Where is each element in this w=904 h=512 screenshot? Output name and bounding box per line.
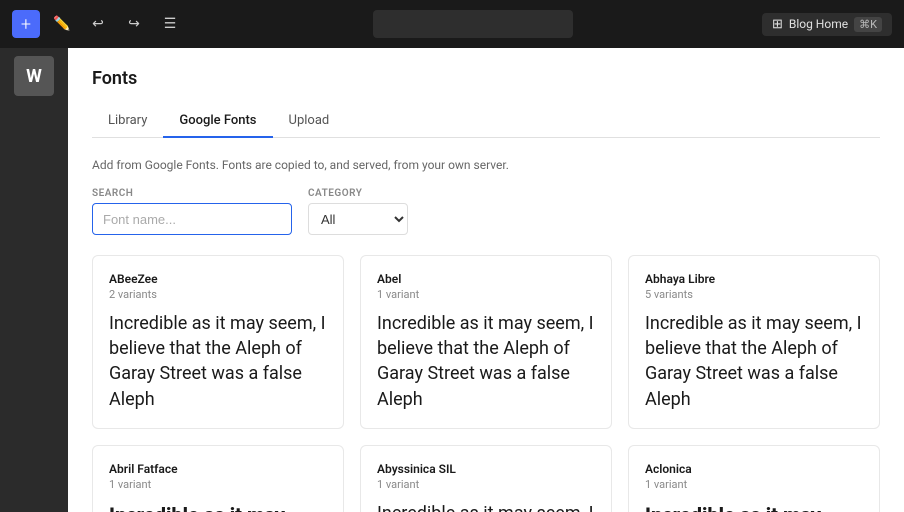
fonts-panel: Fonts Library Google Fonts Upload Add fr… (68, 48, 904, 512)
tab-library[interactable]: Library (92, 105, 163, 138)
tab-google-fonts[interactable]: Google Fonts (163, 105, 272, 138)
font-card[interactable]: Abhaya Libre 5 variants Incredible as it m… (628, 255, 880, 429)
font-card[interactable]: Abel 1 variant Incredible as it may seem, … (360, 255, 612, 429)
panel-description: Add from Google Fonts. Fonts are copied … (92, 158, 880, 172)
font-variants: 1 variant (377, 478, 595, 491)
font-preview: Incredible as it may seem, I believe tha… (645, 311, 863, 412)
main-layout: W Fonts Library Google Fonts Upload Add … (0, 48, 904, 512)
font-variants: 1 variant (645, 478, 863, 491)
font-variants: 5 variants (645, 288, 863, 301)
font-card[interactable]: ABeeZee 2 variants Incredible as it may se… (92, 255, 344, 429)
font-preview: Incredible as it may seem, I believe tha… (377, 501, 595, 512)
font-name: Abril Fatface (109, 462, 327, 476)
category-label: CATEGORY (308, 188, 408, 199)
font-card[interactable]: Aclonica 1 variant Incredible as it may se… (628, 445, 880, 512)
font-card[interactable]: Abril Fatface 1 variant Incredible as it m… (92, 445, 344, 512)
panel-title: Fonts (92, 68, 880, 89)
tabs-row: Library Google Fonts Upload (92, 105, 880, 138)
list-icon[interactable]: ☰ (156, 10, 184, 38)
font-variants: 1 variant (109, 478, 327, 491)
redo-icon[interactable]: ↪ (120, 10, 148, 38)
add-button[interactable]: + (12, 10, 40, 38)
search-group: SEARCH (92, 188, 292, 235)
filter-row: SEARCH CATEGORY All Serif Sans-serif Dis… (92, 188, 880, 235)
site-logo: W (14, 56, 54, 96)
top-bar-center (192, 10, 754, 38)
font-name: Abhaya Libre (645, 272, 863, 286)
search-label: SEARCH (92, 188, 292, 199)
search-input[interactable] (92, 203, 292, 235)
grid-icon: ⊞ (772, 17, 783, 32)
top-bar-search[interactable] (373, 10, 573, 38)
font-variants: 2 variants (109, 288, 327, 301)
font-preview: Incredible as it may seem, I believe tha… (645, 501, 863, 512)
font-grid: ABeeZee 2 variants Incredible as it may se… (92, 255, 880, 512)
top-bar-right: ⊞ Blog Home ⌘K (762, 13, 892, 36)
category-group: CATEGORY All Serif Sans-serif Display Ha… (308, 188, 408, 235)
shortcut-badge: ⌘K (854, 17, 882, 32)
pen-icon[interactable]: ✏️ (48, 10, 76, 38)
font-preview: Incredible as it may seem, I believe tha… (109, 501, 327, 512)
top-bar: + ✏️ ↩ ↪ ☰ ⊞ Blog Home ⌘K (0, 0, 904, 48)
blog-home-button[interactable]: ⊞ Blog Home ⌘K (762, 13, 892, 36)
font-name: Aclonica (645, 462, 863, 476)
undo-icon[interactable]: ↩ (84, 10, 112, 38)
font-name: Abyssinica SIL (377, 462, 595, 476)
left-sidebar: W (0, 48, 68, 512)
font-variants: 1 variant (377, 288, 595, 301)
font-preview: Incredible as it may seem, I believe tha… (377, 311, 595, 412)
tab-upload[interactable]: Upload (273, 105, 346, 138)
font-name: Abel (377, 272, 595, 286)
blog-home-label: Blog Home (789, 17, 848, 31)
font-name: ABeeZee (109, 272, 327, 286)
font-preview: Incredible as it may seem, I believe tha… (109, 311, 327, 412)
font-card[interactable]: Abyssinica SIL 1 variant Incredible as it … (360, 445, 612, 512)
category-select[interactable]: All Serif Sans-serif Display Handwriting… (308, 203, 408, 235)
